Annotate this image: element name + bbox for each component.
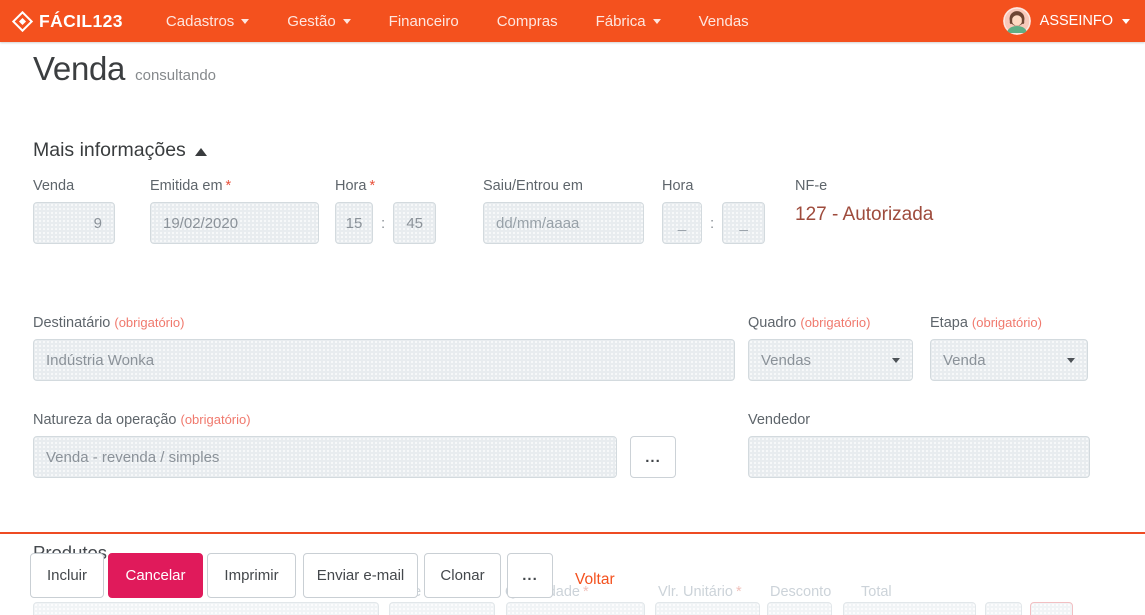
- required-asterisk: *: [225, 178, 232, 194]
- menu-item-gestao[interactable]: Gestão: [268, 0, 369, 42]
- etapa-label: Etapa (obrigatório): [930, 315, 1042, 331]
- menu-item-fabrica[interactable]: Fábrica: [577, 0, 680, 42]
- required-asterisk: *: [735, 584, 742, 600]
- hora-emissao-label: Hora *: [335, 178, 376, 194]
- vendedor-input[interactable]: [748, 436, 1090, 478]
- destinatario-input[interactable]: [33, 339, 735, 381]
- quadro-select[interactable]: Vendas: [748, 339, 913, 381]
- row-extra-input[interactable]: [985, 602, 1022, 615]
- produtos-col-vlr-unitario: Vlr. Unitário *: [658, 584, 742, 600]
- required-note: (obrigatório): [971, 315, 1042, 330]
- more-info-title: Mais informações: [33, 139, 186, 161]
- page-header: Venda consultando: [33, 50, 216, 88]
- brand-logo[interactable]: FÁCIL123: [11, 10, 123, 32]
- quadro-label: Quadro (obrigatório): [748, 315, 871, 331]
- emitida-em-input[interactable]: [150, 202, 319, 244]
- page-mode-label: consultando: [135, 67, 217, 84]
- brand-text: FÁCIL123: [39, 10, 123, 31]
- menu-label: Compras: [496, 12, 558, 30]
- field-natureza-operacao: Natureza da operação (obrigatório): [33, 412, 617, 478]
- clonar-button[interactable]: Clonar: [424, 553, 501, 598]
- app-window: FÁCIL123 Cadastros Gestão Financeiro Com…: [0, 0, 1145, 615]
- field-emitida-em: Emitida em *: [150, 178, 319, 244]
- voltar-link[interactable]: Voltar: [575, 571, 615, 589]
- time-separator: :: [381, 214, 386, 232]
- user-menu[interactable]: ASSEINFO: [1002, 7, 1130, 35]
- time-separator: :: [710, 214, 715, 232]
- field-nfe: NF-e 127 - Autorizada: [795, 178, 1095, 226]
- hora-saida-minute-input[interactable]: [722, 202, 766, 244]
- caret-down-icon: [241, 18, 250, 24]
- main-menu: Cadastros Gestão Financeiro Compras Fábr…: [147, 0, 768, 42]
- caret-up-icon: [194, 147, 207, 156]
- menu-label: Gestão: [287, 12, 336, 30]
- incluir-button[interactable]: Incluir: [30, 553, 104, 598]
- hora-emissao-hour-input[interactable]: [335, 202, 373, 244]
- natureza-more-button[interactable]: ...: [630, 436, 676, 478]
- produtos-col-total: Total: [861, 584, 892, 600]
- desconto-row-input[interactable]: [767, 602, 832, 615]
- field-vendedor: Vendedor: [748, 412, 1090, 478]
- user-name: ASSEINFO: [1039, 13, 1113, 29]
- saiu-entrou-label: Saiu/Entrou em: [483, 178, 583, 194]
- nfe-label: NF-e: [795, 178, 828, 194]
- hora-saida-hour-input[interactable]: [662, 202, 702, 244]
- produto-row-input[interactable]: [33, 602, 379, 615]
- emitida-em-label: Emitida em *: [150, 178, 232, 194]
- field-destinatario: Destinatário (obrigatório): [33, 315, 735, 381]
- vlr-unitario-row-input[interactable]: [655, 602, 760, 615]
- field-saiu-entrou-em: Saiu/Entrou em: [483, 178, 644, 244]
- field-venda: Venda: [33, 178, 115, 244]
- natureza-label: Natureza da operação (obrigatório): [33, 412, 251, 428]
- menu-label: Cadastros: [165, 12, 235, 30]
- menu-item-financeiro[interactable]: Financeiro: [370, 0, 478, 42]
- caret-down-icon: [342, 18, 351, 24]
- total-row-input[interactable]: [843, 602, 976, 615]
- menu-item-vendas[interactable]: Vendas: [680, 0, 768, 42]
- cancelar-button[interactable]: Cancelar: [108, 553, 203, 598]
- hora-emissao-minute-input[interactable]: [393, 202, 437, 244]
- field-quadro: Quadro (obrigatório) Vendas: [748, 315, 913, 381]
- venda-label: Venda: [33, 178, 75, 194]
- field-etapa: Etapa (obrigatório) Venda: [930, 315, 1088, 381]
- menu-item-compras[interactable]: Compras: [478, 0, 577, 42]
- menu-label: Fábrica: [595, 12, 646, 30]
- menu-label: Financeiro: [388, 12, 459, 30]
- destinatario-label: Destinatário (obrigatório): [33, 315, 185, 331]
- menu-label: Vendas: [698, 12, 749, 30]
- caret-down-icon: [1122, 18, 1130, 24]
- natureza-input[interactable]: [33, 436, 617, 478]
- caret-down-icon: [1067, 357, 1075, 363]
- saiu-entrou-input[interactable]: [483, 202, 644, 244]
- imprimir-button[interactable]: Imprimir: [207, 553, 296, 598]
- caret-down-icon: [892, 357, 900, 363]
- nfe-status-value: 127 - Autorizada: [795, 204, 934, 225]
- etapa-select[interactable]: Venda: [930, 339, 1088, 381]
- quantidade-row-input[interactable]: [506, 602, 645, 615]
- required-note: (obrigatório): [114, 315, 185, 330]
- brand-diamond-icon: [11, 10, 34, 32]
- etapa-selected-value: Venda: [943, 351, 986, 369]
- page-title: Venda: [33, 50, 126, 87]
- required-note: (obrigatório): [800, 315, 871, 330]
- caret-down-icon: [652, 18, 661, 24]
- produtos-col-desconto: Desconto: [770, 584, 832, 600]
- lote-row-input[interactable]: [389, 602, 495, 615]
- venda-input[interactable]: [33, 202, 115, 244]
- top-navbar: FÁCIL123 Cadastros Gestão Financeiro Com…: [0, 0, 1145, 42]
- required-note: (obrigatório): [180, 412, 251, 427]
- quadro-selected-value: Vendas: [761, 351, 812, 369]
- more-info-toggle[interactable]: Mais informações: [33, 139, 207, 162]
- row-extra-input-highlighted[interactable]: [1030, 602, 1073, 615]
- menu-item-cadastros[interactable]: Cadastros: [147, 0, 268, 42]
- hora-saida-label: Hora: [662, 178, 694, 194]
- field-hora-saida: Hora :: [662, 178, 770, 244]
- field-hora-emissao: Hora* :: [335, 178, 445, 244]
- enviar-email-button[interactable]: Enviar e-mail: [303, 553, 418, 598]
- more-actions-button[interactable]: ...: [507, 553, 553, 598]
- section-divider: [0, 532, 1145, 534]
- user-avatar: [1002, 7, 1031, 35]
- vendedor-label: Vendedor: [748, 412, 811, 428]
- required-asterisk: *: [369, 178, 376, 194]
